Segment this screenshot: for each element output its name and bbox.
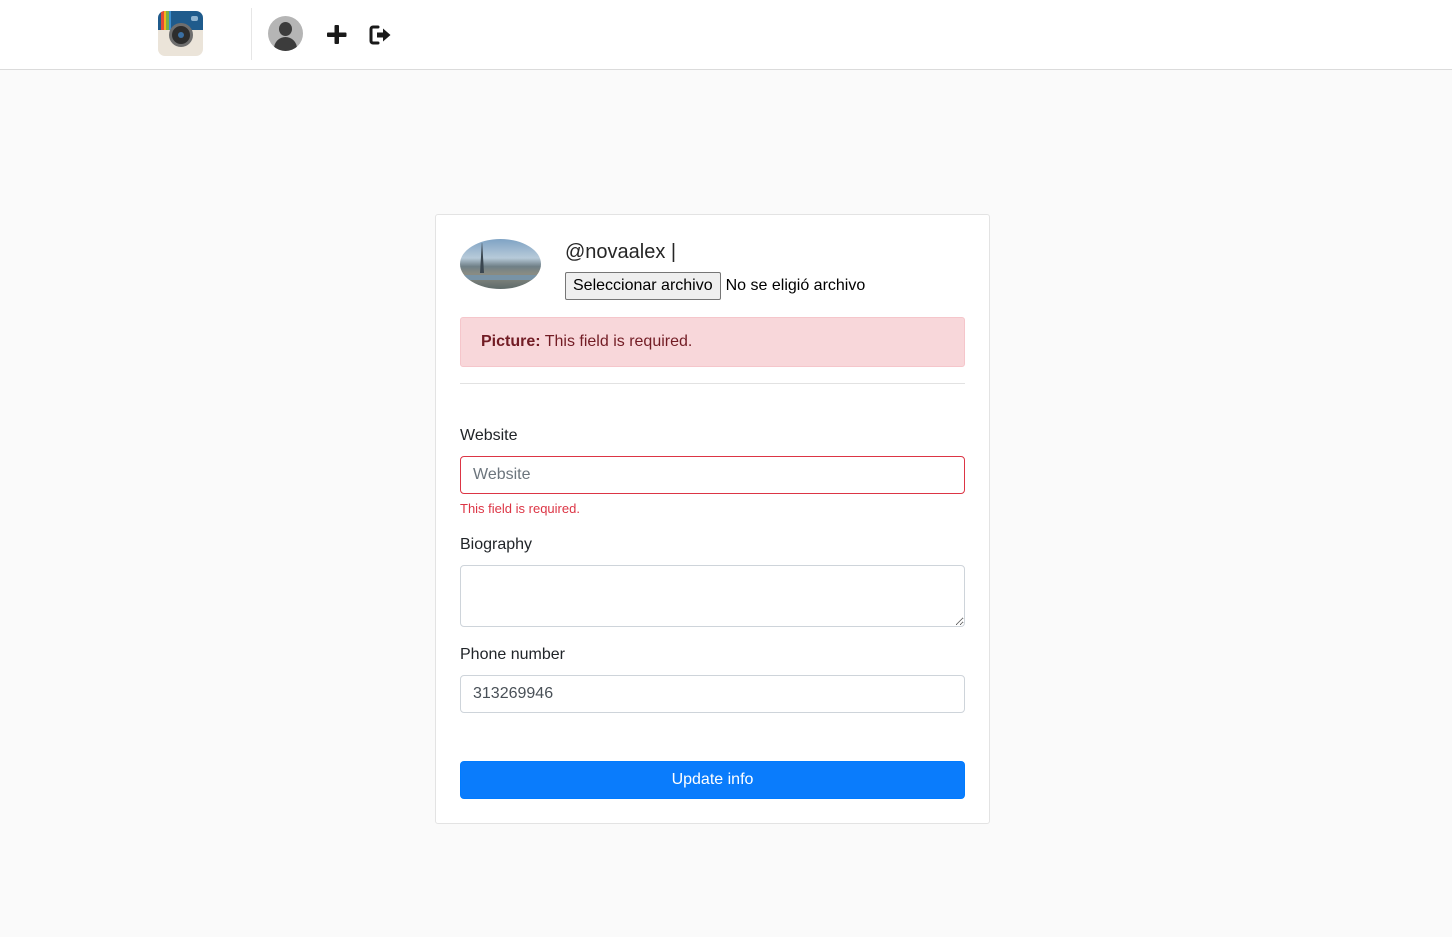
website-label: Website [460,427,518,444]
file-picker: Seleccionar archivo No se eligió archivo [565,272,865,300]
sign-out-icon[interactable] [368,22,394,48]
nav-divider [251,8,252,60]
username-heading: @novaalex | [565,241,677,263]
divider [460,383,965,384]
file-status-text: No se eligió archivo [725,277,866,294]
plus-icon[interactable] [324,22,350,48]
edit-profile-card: @novaalex | Seleccionar archivo No se el… [435,214,990,824]
profile-picture [460,239,541,289]
phone-label: Phone number [460,646,565,663]
error-alert: Picture: This field is required. [460,317,965,367]
user-avatar-icon[interactable] [268,16,303,51]
biography-label: Biography [460,536,533,553]
logo-rainbow-stripes [161,11,171,30]
camera-app-logo-icon[interactable] [158,11,203,56]
update-info-button[interactable]: Update info [460,761,965,799]
website-input[interactable] [460,456,965,494]
alert-field-name: Picture: [481,333,541,350]
logo-lens [169,23,193,47]
logo-flash [191,16,198,21]
website-error: This field is required. [460,501,580,516]
top-navbar [0,0,1452,70]
choose-file-button[interactable]: Seleccionar archivo [565,272,721,300]
alert-message: This field is required. [544,333,693,350]
phone-input[interactable] [460,675,965,713]
biography-textarea[interactable] [460,565,965,627]
